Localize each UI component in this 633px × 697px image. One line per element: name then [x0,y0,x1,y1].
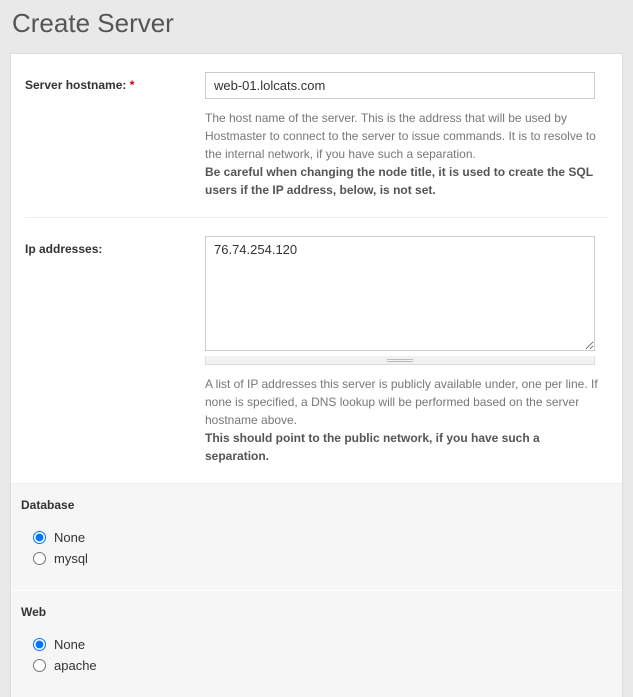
database-legend: Database [21,498,612,512]
database-option-none[interactable]: None [33,530,612,545]
web-option-apache-label: apache [54,658,97,673]
web-option-none-label: None [54,637,85,652]
database-fieldset: Database None mysql [11,483,622,590]
ip-help-bold: This should point to the public network,… [205,431,540,463]
hostname-label: Server hostname: * [25,78,134,92]
ip-label: Ip addresses: [25,242,102,256]
database-option-none-label: None [54,530,85,545]
web-legend: Web [21,605,612,619]
page-title: Create Server [0,0,633,53]
database-option-mysql-label: mysql [54,551,88,566]
hostname-label-text: Server hostname: [25,78,126,92]
create-server-form: Server hostname: * The host name of the … [10,53,623,697]
hostname-help: The host name of the server. This is the… [205,109,605,199]
ip-addresses-input[interactable]: 76.74.254.120 [205,236,595,351]
database-radio-none[interactable] [33,531,46,544]
database-option-mysql[interactable]: mysql [33,551,612,566]
required-mark: * [130,78,135,92]
web-radio-none[interactable] [33,638,46,651]
database-radio-mysql[interactable] [33,552,46,565]
ip-help-text: A list of IP addresses this server is pu… [205,377,598,427]
web-option-none[interactable]: None [33,637,612,652]
textarea-resize-handle[interactable] [205,356,595,365]
hostname-help-text: The host name of the server. This is the… [205,111,596,161]
hostname-help-bold: Be careful when changing the node title,… [205,165,593,197]
hostname-row: Server hostname: * The host name of the … [25,72,608,218]
web-radio-apache[interactable] [33,659,46,672]
web-option-apache[interactable]: apache [33,658,612,673]
web-fieldset: Web None apache [11,590,622,697]
ip-help: A list of IP addresses this server is pu… [205,375,605,465]
hostname-input[interactable] [205,72,595,99]
ip-row: Ip addresses: 76.74.254.120 A list of IP… [25,236,608,483]
